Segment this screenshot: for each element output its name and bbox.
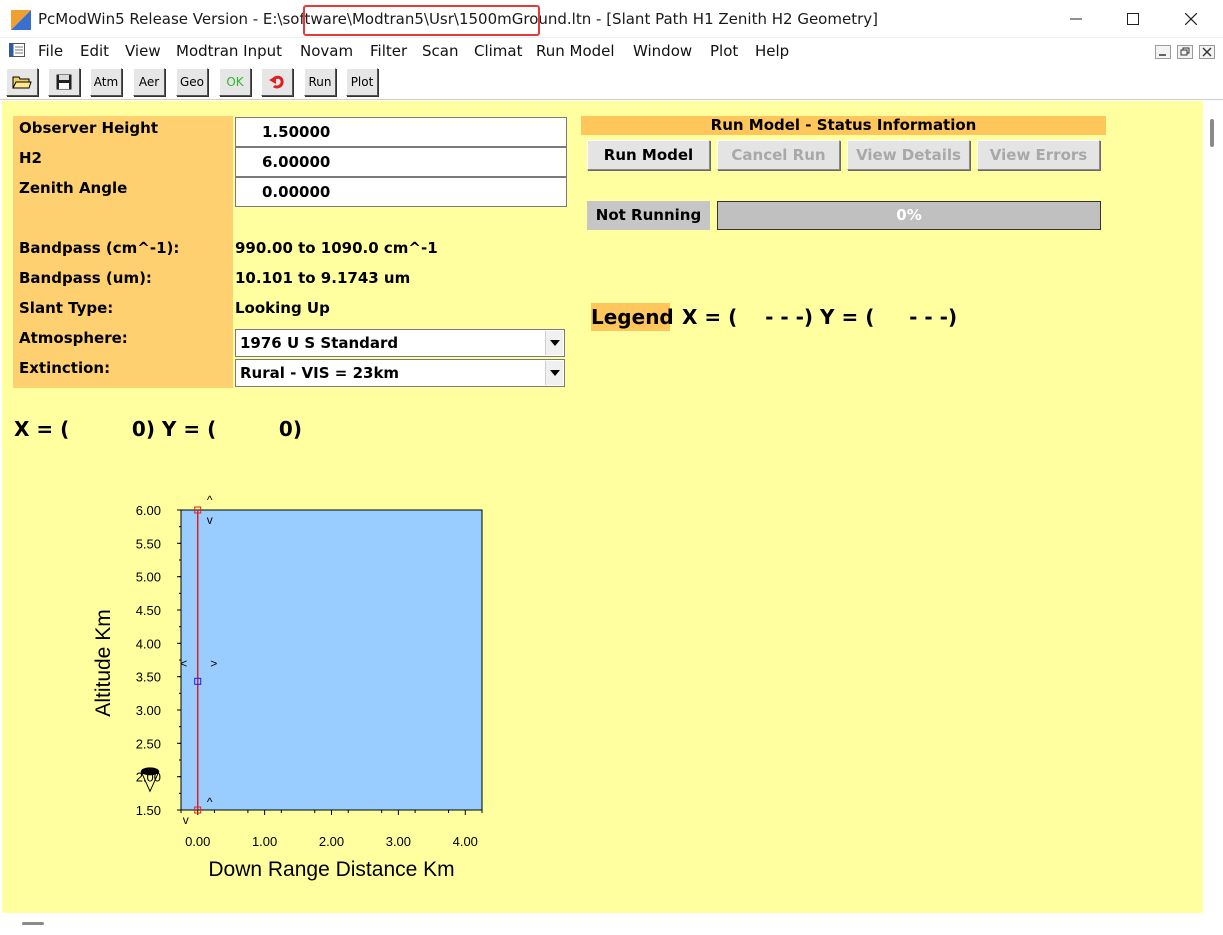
y-tick-label: 6.00 [136, 503, 161, 518]
x-tick-label: 1.00 [252, 834, 277, 849]
y-tick-label: 3.50 [136, 670, 161, 685]
drag-up-handle: ^ [207, 493, 213, 507]
drag-down-handle: v [207, 513, 213, 527]
x-tick-label: 2.00 [319, 834, 344, 849]
drag-left-handle: < [180, 656, 187, 670]
y-axis-label: Altitude Km [92, 609, 115, 716]
x-axis-label: Down Range Distance Km [208, 858, 454, 881]
y-tick-label: 5.50 [136, 536, 161, 551]
x-tick-label: 4.00 [453, 834, 478, 849]
vertical-scrollbar[interactable] [1203, 101, 1221, 913]
drag-up-handle: ^ [207, 795, 213, 809]
drag-right-handle: > [210, 656, 217, 670]
y-tick-label: 5.00 [136, 570, 161, 585]
y-tick-label: 4.00 [136, 636, 161, 651]
y-tick-label: 3.00 [136, 703, 161, 718]
drag-down-handle: v [183, 813, 189, 827]
scrollbar-thumb[interactable] [1210, 119, 1214, 147]
geometry-chart[interactable]: 6.00 5.50 5.00 4.50 4.00 3.50 3.00 2.50 2.00 1.50… [0, 0, 1223, 935]
y-tick-label: 1.50 [136, 803, 161, 818]
x-tick-label: 0.00 [185, 834, 210, 849]
y-tick-label: 2.50 [136, 736, 161, 751]
scrollbar-thumb[interactable] [22, 922, 44, 925]
y-tick-label: 4.50 [136, 603, 161, 618]
horizontal-scrollbar[interactable] [0, 913, 1223, 935]
plot-area [180, 509, 483, 811]
x-tick-label: 3.00 [386, 834, 411, 849]
observer-eye-icon [141, 767, 159, 776]
